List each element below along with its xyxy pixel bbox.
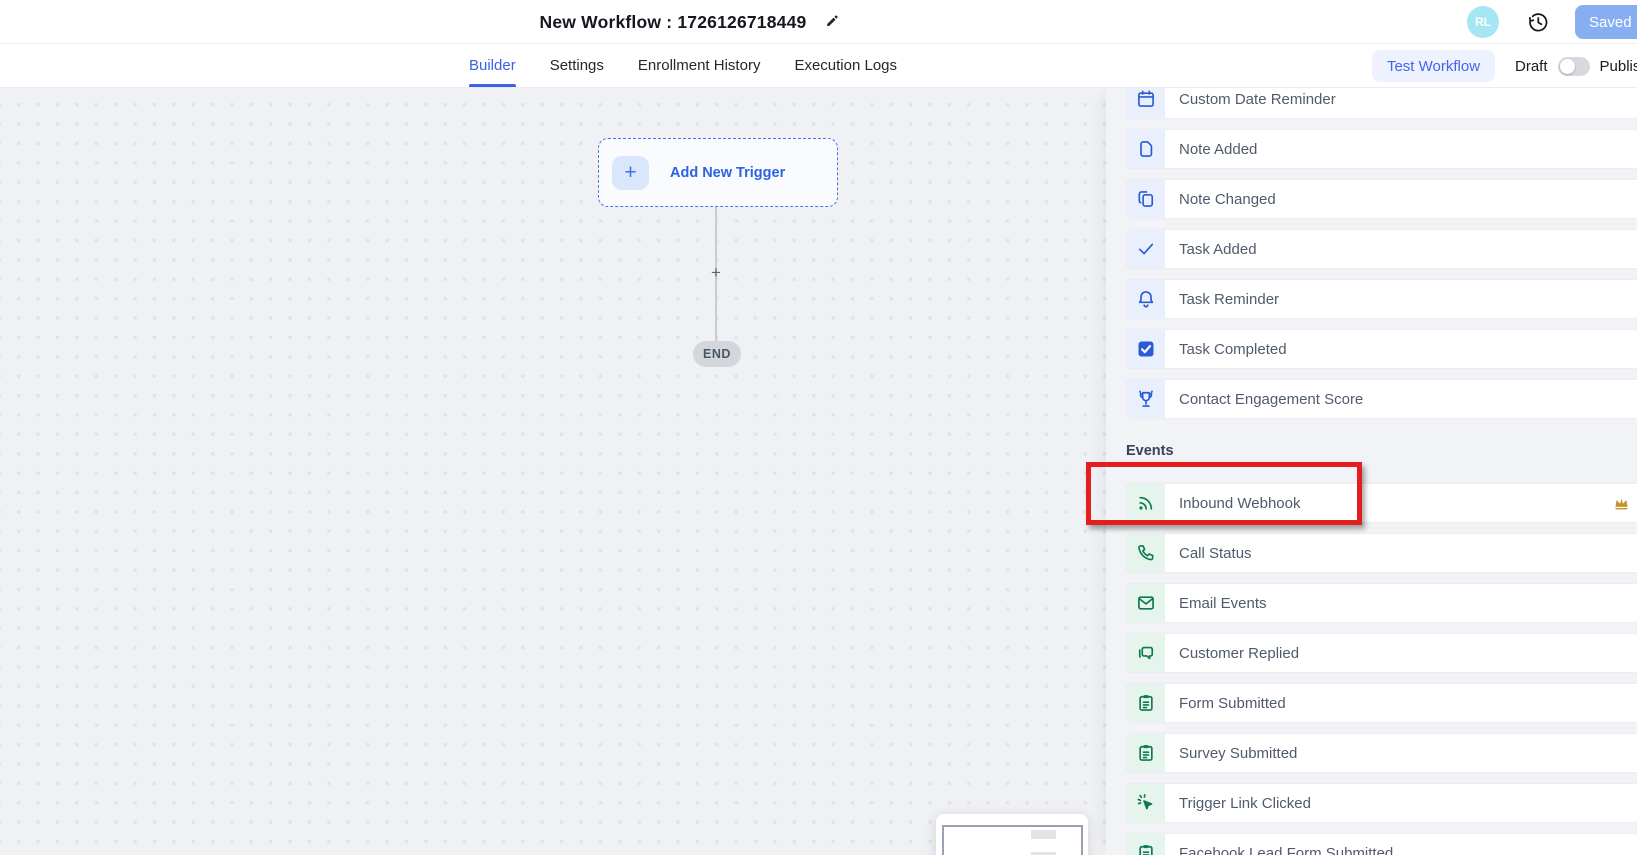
trigger-item-label: Task Completed: [1179, 341, 1287, 358]
publish-label: Publish: [1600, 58, 1637, 75]
minimap-node: [1031, 830, 1056, 839]
trigger-item-email-events[interactable]: Email Events: [1126, 583, 1637, 623]
add-new-trigger-label: Add New Trigger: [670, 165, 785, 181]
tab-enrollment-history[interactable]: Enrollment History: [638, 44, 761, 87]
minimap[interactable]: [936, 814, 1088, 855]
end-node: END: [693, 341, 741, 367]
add-step-plus-icon[interactable]: +: [711, 263, 721, 283]
add-new-trigger-button[interactable]: + Add New Trigger: [598, 138, 838, 207]
trigger-sidebar: Custom Date Reminder Note Added Note Chang…: [1106, 88, 1637, 855]
section-title-events: Events: [1126, 443, 1637, 460]
trigger-item-label: Survey Submitted: [1179, 745, 1297, 762]
publish-toggle[interactable]: [1558, 57, 1590, 76]
trigger-item-label: Task Added: [1179, 241, 1257, 258]
tab-builder[interactable]: Builder: [469, 44, 516, 87]
trigger-item-customer-replied[interactable]: Customer Replied: [1126, 633, 1637, 673]
trigger-item-label: Inbound Webhook: [1179, 495, 1301, 512]
trigger-item-facebook-lead-form-submitted[interactable]: Facebook Lead Form Submitted: [1126, 833, 1637, 855]
trigger-item-label: Email Events: [1179, 595, 1267, 612]
trigger-item-label: Custom Date Reminder: [1179, 91, 1336, 108]
trigger-item-survey-submitted[interactable]: Survey Submitted: [1126, 733, 1637, 773]
cursor-click-icon: [1127, 784, 1165, 822]
trigger-item-inbound-webhook[interactable]: Inbound Webhook: [1126, 483, 1637, 523]
phone-icon: [1127, 534, 1165, 572]
test-workflow-button[interactable]: Test Workflow: [1372, 50, 1495, 82]
tab-execution-logs[interactable]: Execution Logs: [794, 44, 897, 87]
copy-icon: [1127, 180, 1165, 218]
history-clock-icon[interactable]: [1527, 11, 1549, 33]
trigger-item-contact-engagement-score[interactable]: Contact Engagement Score: [1126, 379, 1637, 419]
mail-icon: [1127, 584, 1165, 622]
note-icon: [1127, 130, 1165, 168]
trigger-list: Custom Date Reminder Note Added Note Chang…: [1126, 79, 1637, 855]
trigger-item-task-completed[interactable]: Task Completed: [1126, 329, 1637, 369]
workflow-builder-app: + Add New Trigger + END Custom Date Remi…: [0, 0, 1637, 855]
plus-icon: +: [612, 156, 649, 190]
user-avatar[interactable]: RL: [1467, 6, 1499, 38]
tab-bar: Builder Settings Enrollment History Executi…: [0, 44, 1637, 88]
trigger-item-trigger-link-clicked[interactable]: Trigger Link Clicked: [1126, 783, 1637, 823]
clipboard-icon: [1127, 684, 1165, 722]
trigger-item-label: Facebook Lead Form Submitted: [1179, 845, 1393, 855]
trigger-item-label: Contact Engagement Score: [1179, 391, 1363, 408]
draft-label: Draft: [1515, 58, 1548, 75]
pencil-icon[interactable]: [824, 14, 840, 30]
trigger-item-form-submitted[interactable]: Form Submitted: [1126, 683, 1637, 723]
trigger-item-label: Call Status: [1179, 545, 1252, 562]
saved-button[interactable]: Saved: [1575, 5, 1637, 39]
clipboard-icon: [1127, 834, 1165, 855]
check-icon: [1127, 230, 1165, 268]
trigger-item-task-reminder[interactable]: Task Reminder: [1126, 279, 1637, 319]
bell-icon: [1127, 280, 1165, 318]
crown-icon: [1613, 495, 1630, 512]
trigger-item-note-changed[interactable]: Note Changed: [1126, 179, 1637, 219]
minimap-viewport: [942, 825, 1083, 855]
app-header: New Workflow : 1726126718449 RL Saved: [0, 0, 1637, 44]
trigger-item-label: Customer Replied: [1179, 645, 1299, 662]
clipboard-icon: [1127, 734, 1165, 772]
trophy-icon: [1127, 380, 1165, 418]
trigger-item-task-added[interactable]: Task Added: [1126, 229, 1637, 269]
check-square-icon: [1127, 330, 1165, 368]
tab-settings[interactable]: Settings: [550, 44, 604, 87]
webhook-icon: [1127, 484, 1165, 522]
trigger-item-label: Note Added: [1179, 141, 1257, 158]
toggle-knob: [1560, 59, 1575, 74]
trigger-item-label: Task Reminder: [1179, 291, 1279, 308]
trigger-item-label: Note Changed: [1179, 191, 1276, 208]
trigger-item-label: Trigger Link Clicked: [1179, 795, 1311, 812]
chat-icon: [1127, 634, 1165, 672]
trigger-item-label: Form Submitted: [1179, 695, 1286, 712]
trigger-item-call-status[interactable]: Call Status: [1126, 533, 1637, 573]
trigger-item-note-added[interactable]: Note Added: [1126, 129, 1637, 169]
workflow-title: New Workflow : 1726126718449: [540, 12, 807, 33]
